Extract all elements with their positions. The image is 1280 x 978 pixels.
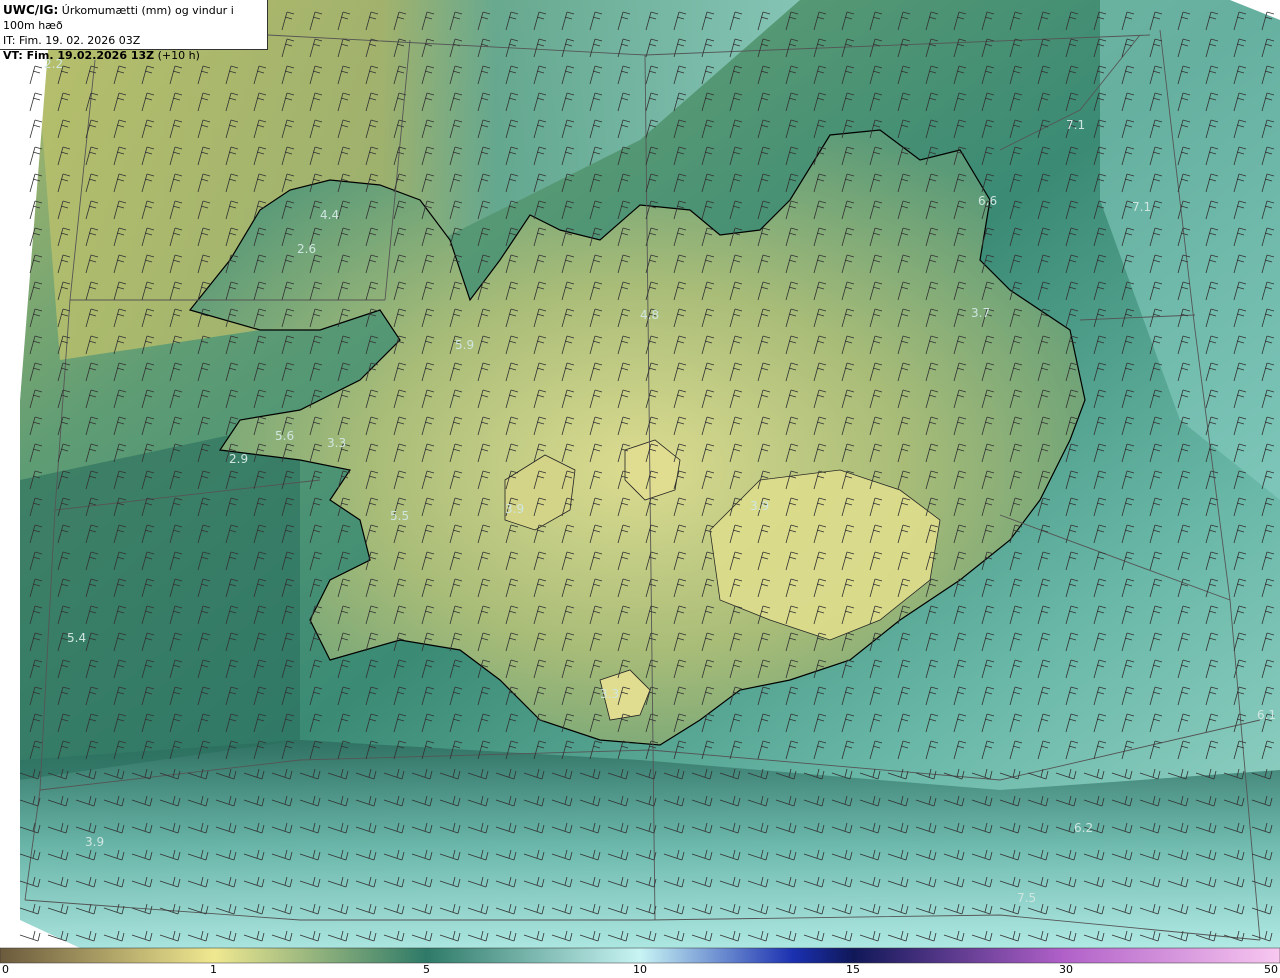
value-label: 3.9 — [505, 502, 524, 516]
value-label: 3.3 — [327, 436, 346, 450]
value-label: 7.5 — [1017, 891, 1036, 905]
value-label: 3.7 — [971, 306, 990, 320]
value-label: 7.1 — [1132, 200, 1151, 214]
valid-time-line: VT: Fim. 19.02.2026 13Z (+10 h) — [3, 48, 267, 63]
lead-time: (+10 h) — [157, 49, 200, 62]
colorbar-tick: 1 — [210, 963, 217, 976]
value-label: 4.8 — [640, 308, 659, 322]
value-label: 2.9 — [229, 452, 248, 466]
colorbar — [0, 947, 1280, 964]
title-line: UWC/IG: Úrkomumætti (mm) og vindur i 100… — [3, 3, 267, 33]
valid-time: VT: Fim. 19.02.2026 13Z — [3, 49, 155, 62]
value-label: 3.9 — [750, 499, 769, 513]
colorbar-ticks: 0 1 5 10 15 30 50 — [0, 963, 1280, 978]
value-label: 5.9 — [455, 338, 474, 352]
value-label: 2.6 — [297, 242, 316, 256]
colorbar-tick: 10 — [633, 963, 647, 976]
weather-map: 2.2 4.4 2.6 5.9 4.8 7.1 7.1 6.6 3.7 5.6 … — [0, 0, 1280, 978]
value-label: 3.3 — [600, 687, 619, 701]
colorbar-tick: 50 — [1264, 963, 1278, 976]
map-canvas: 2.2 4.4 2.6 5.9 4.8 7.1 7.1 6.6 3.7 5.6 … — [0, 0, 1280, 964]
value-label: 4.4 — [320, 208, 339, 222]
value-label: 3.9 — [85, 835, 104, 849]
value-label: 6.6 — [978, 194, 997, 208]
value-label: 6.2 — [1074, 821, 1093, 835]
value-label: 7.1 — [1066, 118, 1085, 132]
colorbar-tick: 5 — [423, 963, 430, 976]
value-label: 5.5 — [390, 509, 409, 523]
init-time: IT: Fim. 19. 02. 2026 03Z — [3, 34, 141, 47]
model-name: UWC/IG: — [3, 3, 59, 17]
colorbar-tick: 15 — [846, 963, 860, 976]
value-label: 5.6 — [275, 429, 294, 443]
colorbar-tick: 30 — [1059, 963, 1073, 976]
colorbar-tick: 0 — [2, 963, 9, 976]
map-info-box: UWC/IG: Úrkomumætti (mm) og vindur i 100… — [0, 0, 268, 62]
value-label: 5.4 — [67, 631, 86, 645]
value-label: 6.1 — [1257, 708, 1276, 722]
